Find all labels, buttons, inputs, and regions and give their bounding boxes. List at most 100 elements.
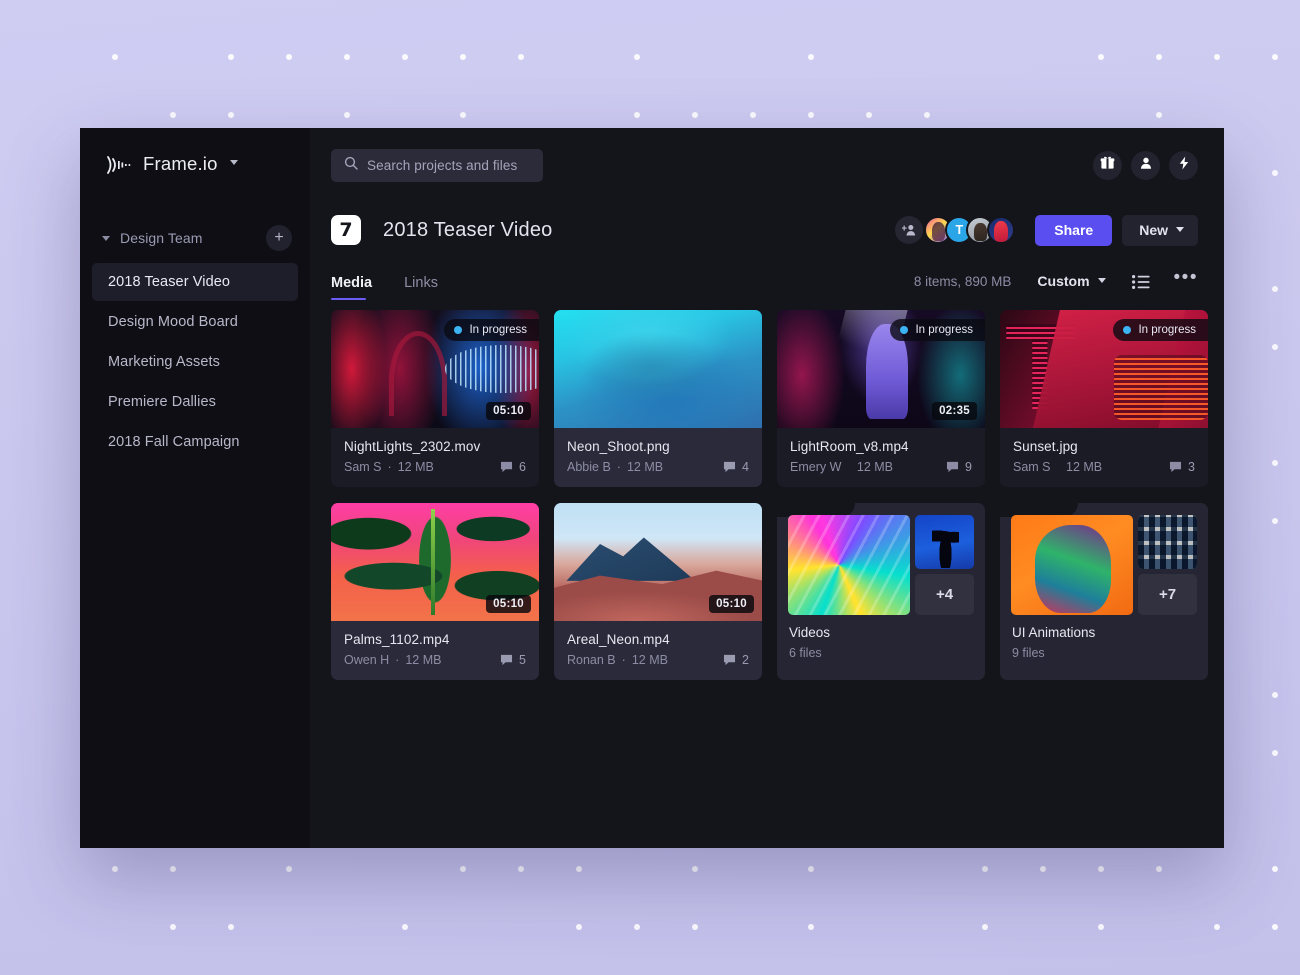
add-project-button[interactable]: + — [266, 225, 292, 251]
sidebar-item-marketing-assets[interactable]: Marketing Assets — [92, 343, 298, 381]
asset-owner: Sam S — [344, 460, 382, 474]
comment-icon — [1170, 461, 1182, 473]
folder-card-ui-animations[interactable]: +7 UI Animations 9 files — [1000, 502, 1208, 680]
asset-meta: Abbie B · 12 MB 4 — [567, 460, 749, 474]
new-button[interactable]: New — [1122, 214, 1198, 246]
asset-owner: Emery W — [790, 460, 842, 474]
background-dot — [1272, 924, 1278, 930]
asset-meta-separator: · — [616, 460, 621, 474]
asset-card-nightlights[interactable]: In progress 05:10 NightLights_2302.mov S… — [331, 310, 539, 487]
folder-card-body: Videos 6 files — [777, 615, 985, 673]
asset-thumbnail: 05:10 — [331, 503, 539, 621]
tabs-toolbar: Media Links 8 items, 890 MB Custom ••• — [310, 258, 1224, 300]
asset-size: 12 MB — [631, 653, 668, 667]
background-dot — [518, 54, 524, 60]
asset-thumbnail: In progress 02:35 — [777, 310, 985, 428]
lightning-bolt-icon — [1177, 156, 1191, 175]
asset-card-palms[interactable]: 05:10 Palms_1102.mp4 Owen H · 12 MB 5 — [331, 503, 539, 680]
background-dot — [228, 54, 234, 60]
background-dot — [808, 54, 814, 60]
folder-primary-thumbnail — [788, 515, 910, 615]
status-badge-label: In progress — [469, 324, 527, 336]
background-dot — [1156, 54, 1162, 60]
comment-count-label: 9 — [965, 460, 972, 474]
sort-dropdown-label: Custom — [1037, 273, 1090, 289]
background-dot — [112, 866, 118, 872]
asset-card-body: Areal_Neon.mp4 Ronan B · 12 MB 2 — [554, 621, 762, 680]
asset-card-areal-neon[interactable]: 05:10 Areal_Neon.mp4 Ronan B · 12 MB 2 — [554, 503, 762, 680]
more-options-button[interactable]: ••• — [1174, 268, 1198, 300]
background-dot — [808, 924, 814, 930]
status-badge: In progress — [444, 319, 539, 341]
sort-dropdown[interactable]: Custom — [1037, 273, 1106, 300]
asset-name: Neon_Shoot.png — [567, 439, 670, 454]
tab-media[interactable]: Media — [331, 275, 372, 300]
background-dot — [924, 112, 930, 118]
asset-meta: Ronan B · 12 MB 2 — [567, 653, 749, 667]
app-window: Frame.io Design Team + 2018 Teaser Video… — [80, 128, 1224, 848]
chevron-down-icon — [1176, 226, 1184, 232]
sidebar-item-2018-fall-campaign[interactable]: 2018 Fall Campaign — [92, 423, 298, 461]
background-dot — [1272, 460, 1278, 466]
background-dot — [170, 112, 176, 118]
comment-count-label: 2 — [742, 653, 749, 667]
background-dot — [1214, 924, 1220, 930]
asset-card-lightroom[interactable]: In progress 02:35 LightRoom_v8.mp4 Emery… — [777, 310, 985, 487]
asset-name: LightRoom_v8.mp4 — [790, 439, 909, 454]
asset-card-sunset[interactable]: In progress Sunset.jpg Sam S 12 MB 3 — [1000, 310, 1208, 487]
thumbnail-art — [554, 310, 762, 428]
folder-thumbnails: +7 — [1000, 503, 1208, 615]
share-button[interactable]: Share — [1035, 214, 1113, 246]
sidebar-item-premiere-dallies[interactable]: Premiere Dallies — [92, 383, 298, 421]
team-header[interactable]: Design Team + — [80, 223, 310, 253]
list-view-icon — [1131, 275, 1150, 289]
chevron-down-icon[interactable] — [229, 160, 238, 165]
background-dot — [228, 112, 234, 118]
status-badge-label: In progress — [1138, 324, 1196, 336]
tab-links[interactable]: Links — [404, 275, 438, 300]
comment-icon — [724, 461, 736, 473]
collaborator-avatar-4[interactable] — [987, 216, 1016, 244]
team-name: Design Team — [120, 230, 203, 246]
background-dot — [170, 924, 176, 930]
background-dot — [576, 924, 582, 930]
asset-thumbnail — [554, 310, 762, 428]
list-view-button[interactable] — [1131, 275, 1150, 300]
status-dot-icon — [454, 326, 463, 334]
folder-secondary-thumbnail — [1138, 515, 1197, 569]
background-dot — [1098, 866, 1104, 872]
asset-meta: Sam S 12 MB 3 — [1013, 460, 1195, 474]
folder-secondary-thumbnail — [915, 515, 974, 569]
background-dot — [1272, 344, 1278, 350]
chevron-down-icon — [1097, 277, 1106, 283]
background-dot — [808, 866, 814, 872]
asset-meta-separator — [1057, 460, 1060, 474]
asset-owner: Abbie B — [567, 460, 611, 474]
add-person-button[interactable] — [895, 216, 924, 244]
asset-owner: Ronan B — [567, 653, 616, 667]
brand-logo-area[interactable]: Frame.io — [80, 138, 310, 190]
sidebar-item-design-mood-board[interactable]: Design Mood Board — [92, 303, 298, 341]
background-dot — [460, 112, 466, 118]
project-icon: 7 — [331, 215, 361, 245]
background-dot — [576, 866, 582, 872]
background-dot — [692, 112, 698, 118]
comment-icon — [947, 461, 959, 473]
chevron-down-icon[interactable] — [102, 235, 110, 241]
background-dot — [634, 924, 640, 930]
folder-card-videos[interactable]: +4 Videos 6 files — [777, 502, 985, 680]
background-dot — [634, 54, 640, 60]
sidebar-item-2018-teaser-video[interactable]: 2018 Teaser Video — [92, 263, 298, 301]
folder-card-body: UI Animations 9 files — [1000, 615, 1208, 673]
comment-icon — [724, 654, 736, 666]
folder-primary-thumbnail — [1011, 515, 1133, 615]
upgrade-button[interactable] — [1169, 150, 1198, 180]
asset-name: Areal_Neon.mp4 — [567, 632, 670, 647]
asset-card-neon-shoot[interactable]: Neon_Shoot.png Abbie B · 12 MB 4 — [554, 310, 762, 487]
account-button[interactable] — [1131, 150, 1160, 180]
background-dot — [866, 112, 872, 118]
top-bar: Search projects and files — [310, 128, 1224, 202]
gift-button[interactable] — [1093, 150, 1122, 180]
asset-name: NightLights_2302.mov — [344, 439, 481, 454]
search-input[interactable]: Search projects and files — [331, 148, 543, 182]
